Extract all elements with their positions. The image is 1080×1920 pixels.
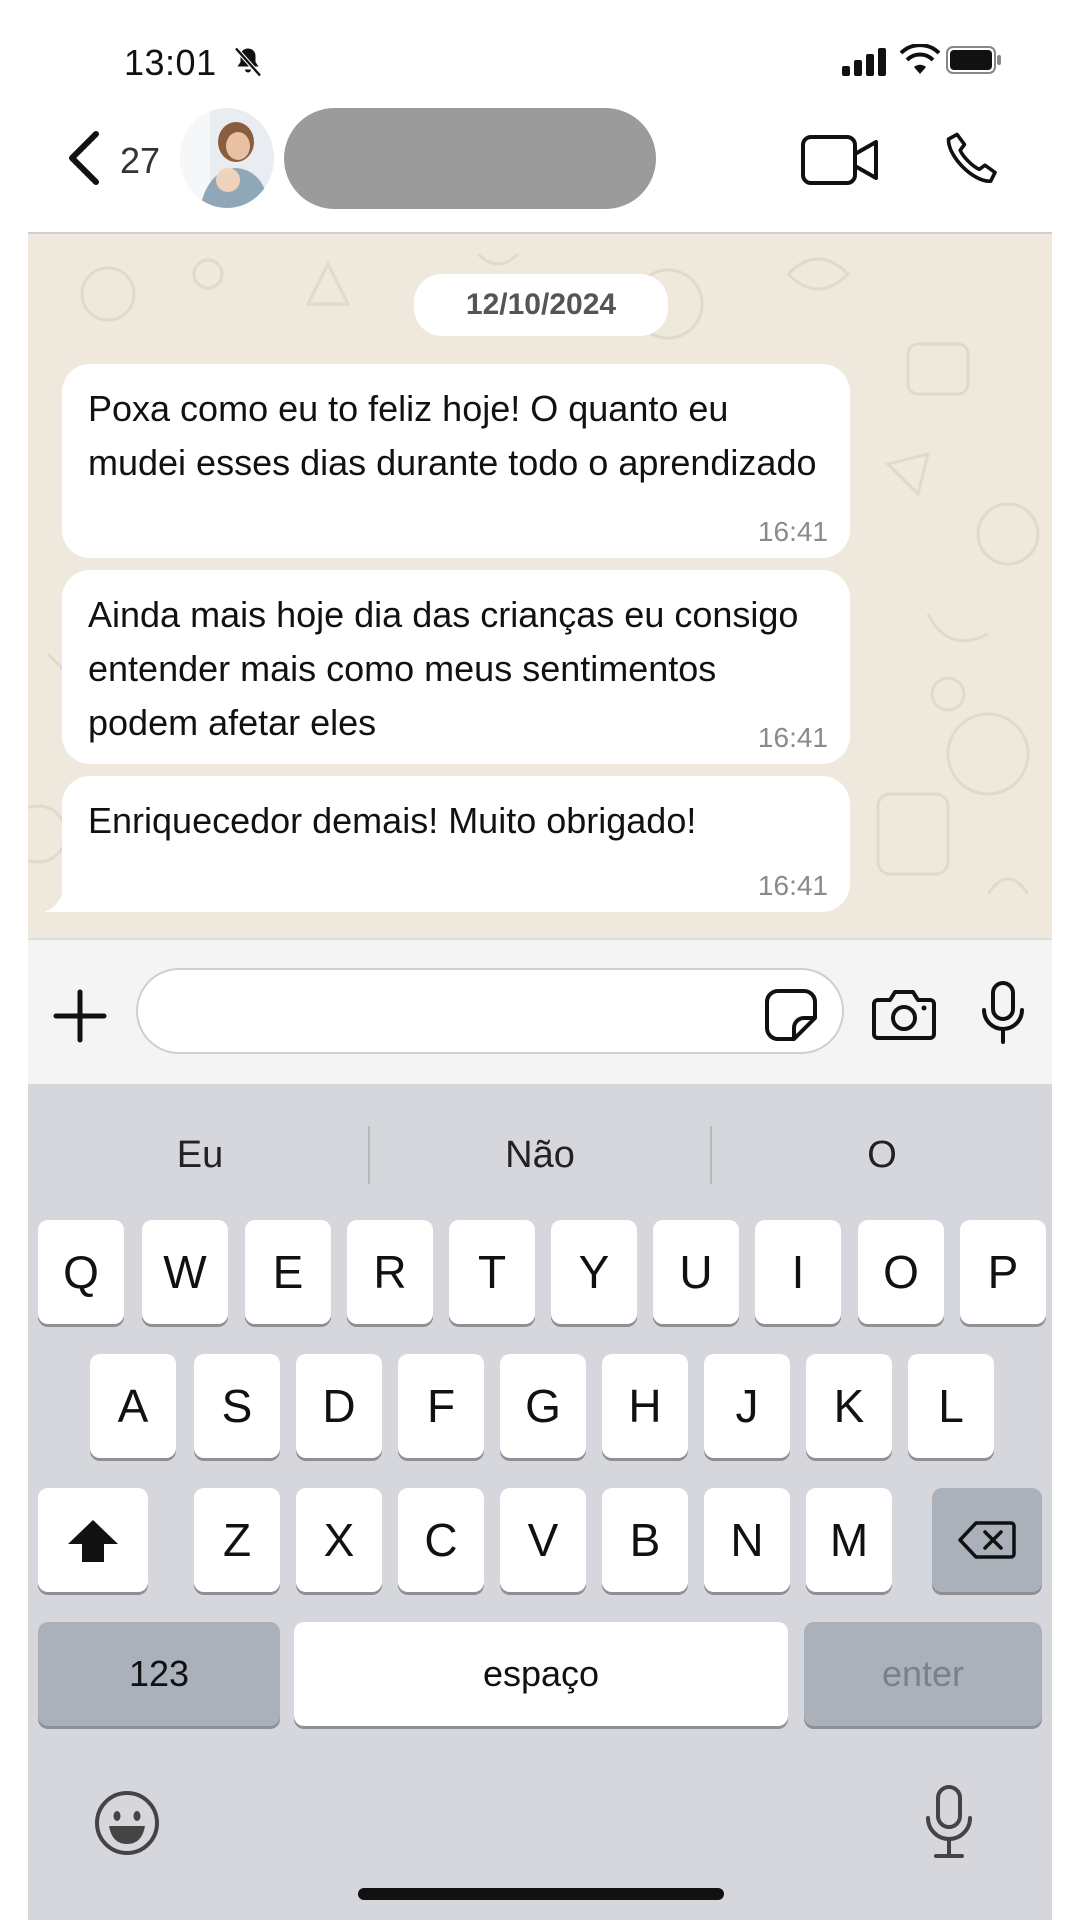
wifi-icon (900, 44, 940, 74)
key-j[interactable]: J (704, 1354, 790, 1458)
camera-icon[interactable] (872, 986, 936, 1042)
shift-key[interactable] (38, 1488, 148, 1592)
emoji-icon[interactable] (94, 1790, 160, 1856)
status-time: 13:01 (124, 42, 217, 83)
date-separator: 12/10/2024 (414, 274, 668, 336)
key-k[interactable]: K (806, 1354, 892, 1458)
microphone-icon[interactable] (980, 980, 1026, 1046)
suggestion-item[interactable]: O (742, 1120, 1022, 1190)
key-u[interactable]: U (653, 1220, 739, 1324)
key-v[interactable]: V (500, 1488, 586, 1592)
key-z[interactable]: Z (194, 1488, 280, 1592)
key-o[interactable]: O (858, 1220, 944, 1324)
key-s[interactable]: S (194, 1354, 280, 1458)
message-bubble[interactable]: Enriquecedor demais! Muito obrigado! 16:… (62, 776, 850, 912)
key-c[interactable]: C (398, 1488, 484, 1592)
signal-icon (842, 48, 892, 76)
avatar[interactable] (180, 108, 274, 208)
key-h[interactable]: H (602, 1354, 688, 1458)
space-key[interactable]: espaço (294, 1622, 788, 1726)
message-time: 16:41 (757, 870, 828, 901)
numbers-key[interactable]: 123 (38, 1622, 280, 1726)
message-time: 16:41 (757, 722, 828, 753)
dictation-mic-icon[interactable] (924, 1784, 974, 1860)
key-e[interactable]: E (245, 1220, 331, 1324)
battery-icon (946, 46, 1001, 74)
shift-icon (68, 1520, 118, 1562)
message-bubble[interactable]: Poxa como eu to feliz hoje! O quanto eu … (62, 364, 850, 558)
message-text: Poxa como eu to feliz hoje! O quanto eu … (88, 388, 817, 483)
key-t[interactable]: T (449, 1220, 535, 1324)
key-f[interactable]: F (398, 1354, 484, 1458)
backspace-key[interactable] (932, 1488, 1042, 1592)
key-r[interactable]: R (347, 1220, 433, 1324)
key-y[interactable]: Y (551, 1220, 637, 1324)
suggestion-item[interactable]: Não (400, 1120, 680, 1190)
bubble-tail (44, 880, 80, 912)
key-b[interactable]: B (602, 1488, 688, 1592)
home-indicator[interactable] (358, 1888, 724, 1900)
message-time: 16:41 (757, 516, 828, 547)
key-a[interactable]: A (90, 1354, 176, 1458)
key-i[interactable]: I (755, 1220, 841, 1324)
message-input[interactable] (136, 968, 844, 1054)
chevron-left-icon[interactable] (64, 128, 104, 188)
key-n[interactable]: N (704, 1488, 790, 1592)
unread-count[interactable]: 27 (120, 140, 160, 182)
bell-slash-icon (234, 47, 262, 77)
suggestion-divider (710, 1126, 712, 1184)
contact-name-redacted[interactable] (284, 108, 656, 209)
backspace-icon (958, 1521, 1016, 1559)
message-bubble[interactable]: Ainda mais hoje dia das crianças eu cons… (62, 570, 850, 764)
key-l[interactable]: L (908, 1354, 994, 1458)
key-q[interactable]: Q (38, 1220, 124, 1324)
key-m[interactable]: M (806, 1488, 892, 1592)
key-p[interactable]: P (960, 1220, 1046, 1324)
key-g[interactable]: G (500, 1354, 586, 1458)
phone-icon[interactable] (940, 128, 1002, 190)
enter-key[interactable]: enter (804, 1622, 1042, 1726)
message-text: Enriquecedor demais! Muito obrigado! (88, 800, 697, 841)
suggestion-item[interactable]: Eu (60, 1120, 340, 1190)
message-text: Ainda mais hoje dia das crianças eu cons… (88, 594, 799, 743)
key-x[interactable]: X (296, 1488, 382, 1592)
key-w[interactable]: W (142, 1220, 228, 1324)
plus-icon[interactable] (52, 988, 108, 1044)
video-camera-icon[interactable] (800, 134, 880, 186)
suggestion-divider (368, 1126, 370, 1184)
sticker-icon[interactable] (764, 988, 818, 1042)
key-d[interactable]: D (296, 1354, 382, 1458)
